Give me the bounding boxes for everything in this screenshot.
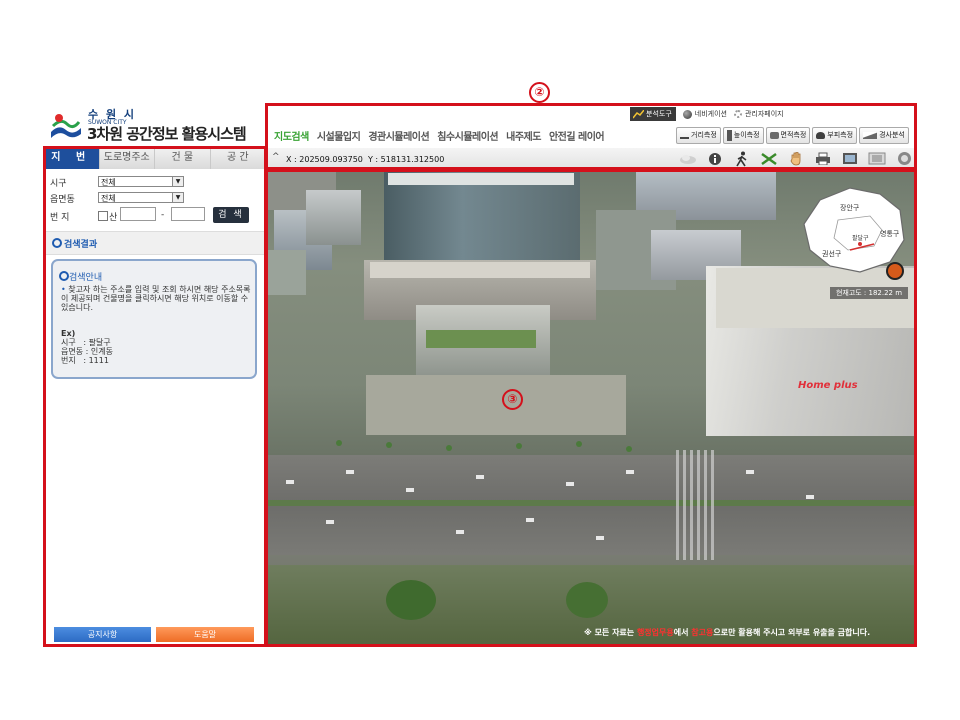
system-title: 3차원 공간정보 활용시스템 — [87, 125, 247, 143]
annotation-box-2 — [265, 103, 917, 170]
suwon-logo-icon — [51, 114, 81, 138]
annotation-box-1 — [43, 146, 267, 647]
logo-area: 수 원 시 SUWON CITY 3차원 공간정보 활용시스템 — [44, 103, 266, 148]
annotation-box-3 — [265, 169, 917, 647]
callout-2: ② — [529, 82, 550, 103]
callout-3: ③ — [502, 389, 523, 410]
